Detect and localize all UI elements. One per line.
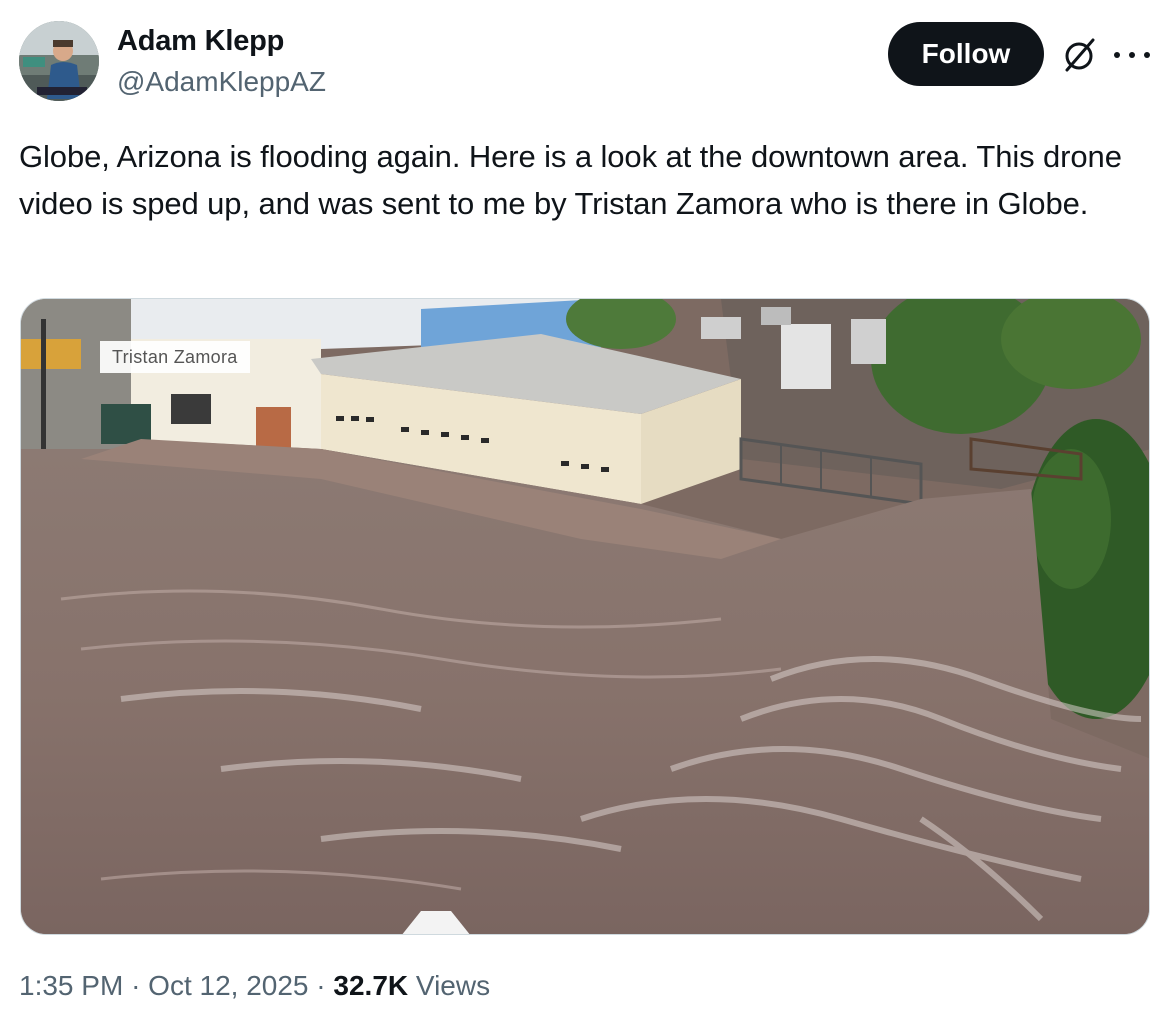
meta-separator: · [131,970,141,1001]
video-watermark: Tristan Zamora [100,341,250,373]
tweet-meta: 1:35 PM · Oct 12, 2025 · 32.7K Views [19,970,490,1002]
video-player[interactable] [20,298,1150,935]
tweet-time[interactable]: 1:35 PM [19,970,123,1001]
tweet: Adam Klepp @AdamKleppAZ Follow Globe, Ar… [0,0,1170,1016]
author-handle[interactable]: @AdamKleppAZ [117,66,326,98]
author-display-name[interactable]: Adam Klepp [117,25,284,58]
grok-slash-icon[interactable] [1060,36,1098,74]
more-dot-icon [1144,52,1150,58]
follow-button[interactable]: Follow [888,22,1044,86]
more-dot-icon [1129,52,1135,58]
views-label: Views [415,970,491,1001]
views-count: 32.7K [333,970,409,1001]
more-dot-icon [1114,52,1120,58]
tweet-date[interactable]: Oct 12, 2025 [148,970,308,1001]
more-horizontal-icon[interactable] [1114,40,1150,70]
avatar[interactable] [19,21,99,101]
tweet-text: Globe, Arizona is flooding again. Here i… [19,139,1122,221]
meta-separator: · [316,970,326,1001]
